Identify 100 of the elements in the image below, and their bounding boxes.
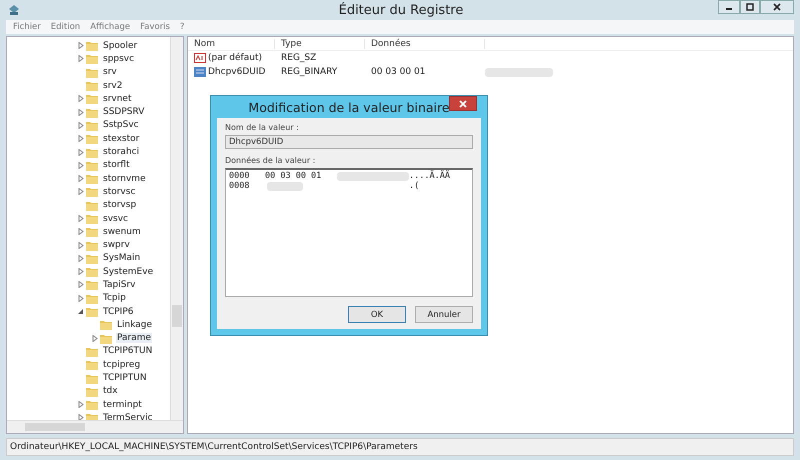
vertical-scrollbar[interactable] [170, 37, 183, 420]
expand-arrow-icon[interactable] [77, 42, 86, 50]
expand-arrow-icon[interactable] [77, 414, 86, 420]
expand-arrow-icon[interactable] [77, 148, 86, 156]
menu-item[interactable]: ? [176, 22, 188, 32]
collapse-arrow-icon[interactable] [77, 308, 86, 316]
folder-icon [86, 200, 98, 211]
tree-item[interactable]: storvsc [102, 186, 136, 197]
folder-icon [86, 120, 98, 131]
folder-icon [86, 80, 98, 92]
folder-icon [86, 399, 98, 410]
folder-icon [86, 133, 98, 144]
expand-arrow-icon[interactable] [77, 268, 86, 276]
expand-arrow-icon[interactable] [77, 55, 86, 62]
menu-item[interactable]: Affichage [87, 22, 134, 32]
expand-arrow-icon[interactable] [77, 401, 86, 408]
expand-arrow-icon[interactable] [77, 135, 86, 142]
folder-icon [86, 386, 98, 397]
tree-item[interactable]: stexstor [102, 134, 140, 144]
expand-arrow-icon[interactable] [77, 175, 86, 182]
tree-item[interactable]: srvnet [102, 94, 132, 104]
expand-arrow-icon[interactable] [77, 188, 86, 196]
tree-item[interactable]: SystemEve [102, 266, 154, 277]
column-header[interactable]: Type [275, 38, 365, 48]
tree-item[interactable]: srv [102, 67, 118, 78]
tree-item[interactable]: Linkage [116, 320, 154, 330]
value-data-cell-text: 00 03 00 01 [370, 67, 426, 77]
binary-value-icon [194, 67, 206, 77]
expand-arrow-icon[interactable] [77, 215, 86, 222]
folder-icon [86, 146, 98, 158]
hex-ascii: .( [409, 181, 420, 191]
tree-item[interactable]: storahci [102, 147, 140, 158]
expand-arrow-icon[interactable] [77, 242, 86, 249]
expand-arrow-icon[interactable] [77, 122, 86, 129]
expand-arrow-icon[interactable] [77, 254, 86, 262]
folder-icon [86, 266, 98, 278]
value-name-cell[interactable]: (par défaut) [188, 53, 275, 63]
tree-item[interactable]: swenum [102, 226, 142, 237]
tree-item[interactable]: sppsvc [102, 54, 136, 64]
tree-item[interactable]: TapiSrv [102, 280, 136, 290]
expand-arrow-icon[interactable] [77, 95, 86, 102]
tree-item[interactable]: SSDPSRV [102, 107, 146, 118]
tree-item[interactable]: Parame [116, 333, 152, 344]
expand-arrow-icon[interactable] [91, 334, 100, 342]
tree-item[interactable]: SstpSvc [102, 120, 140, 130]
close-icon [773, 3, 781, 11]
tree-item[interactable]: terminpt [102, 400, 143, 410]
menu-item[interactable]: Favoris [137, 22, 173, 32]
folder-icon [86, 53, 98, 64]
expand-arrow-icon[interactable] [77, 281, 86, 288]
tree-item[interactable]: storvsp [102, 200, 138, 210]
hex-bytes: 00 03 00 01 [265, 171, 322, 181]
folder-icon [86, 213, 98, 224]
field-label: Nom de la valeur : [225, 123, 300, 132]
folder-icon [86, 372, 98, 384]
folder-icon [86, 306, 98, 318]
tree-item[interactable]: TCPIP6 [102, 306, 134, 317]
close-icon [459, 100, 467, 108]
folder-icon [86, 160, 98, 171]
column-header[interactable]: Données [365, 38, 485, 48]
horizontal-scrollbar[interactable] [7, 420, 183, 433]
menu-item[interactable]: Edition [48, 22, 84, 32]
expand-arrow-icon[interactable] [77, 294, 86, 302]
value-name-field[interactable]: Dhcpv6DUID [225, 135, 473, 149]
tree-item[interactable]: TCPIPTUN [102, 373, 148, 384]
menu-item[interactable]: Fichier [10, 22, 44, 32]
tree-item[interactable]: storflt [102, 160, 131, 170]
expand-arrow-icon[interactable] [77, 108, 86, 116]
minimize-button[interactable] [718, 0, 740, 14]
tree-item[interactable]: swprv [102, 240, 131, 250]
column-header[interactable]: Nom [188, 38, 275, 48]
tree-item[interactable]: Spooler [102, 40, 138, 51]
tree-item[interactable]: svsvc [102, 214, 129, 224]
status-bar: Ordinateur\HKEY_LOCAL_MACHINE\SYSTEM\CurrentControlSet\Services\TCPIP6\Parameters [6, 438, 794, 456]
tree-item[interactable]: Tcpip [102, 293, 127, 304]
tree-item[interactable]: TCPIP6TUN [102, 346, 154, 356]
expand-arrow-icon[interactable] [77, 228, 86, 236]
folder-icon [86, 106, 98, 118]
tree-item[interactable]: TermServic [102, 412, 154, 420]
dialog-button[interactable]: Annuler [415, 306, 473, 323]
dialog-title: Modification de la valeur binaire [248, 100, 450, 114]
hex-offset: 0000 [229, 171, 250, 181]
close-button[interactable] [449, 96, 477, 111]
tree-item[interactable]: srv2 [102, 80, 124, 91]
folder-icon [86, 186, 98, 198]
folder-icon [86, 240, 98, 251]
tree-item[interactable]: tcpipreg [102, 360, 142, 370]
folder-icon [86, 279, 98, 290]
hex-editor-field[interactable]: 0000 00 03 00 01 ....Ä.ÄÄ 0008 .( [225, 168, 473, 297]
tree-item[interactable]: tdx [102, 386, 119, 396]
maximize-button[interactable] [740, 0, 760, 14]
expand-arrow-icon[interactable] [77, 162, 86, 169]
dialog-button[interactable]: OK [348, 306, 406, 323]
tree-item[interactable]: SysMain [102, 253, 142, 264]
close-button[interactable] [760, 0, 794, 14]
value-type-cell-text: REG_BINARY [280, 67, 338, 77]
folder-icon [86, 226, 98, 238]
tree-item[interactable]: stornvme [102, 174, 147, 184]
value-name-cell[interactable]: Dhcpv6DUID [188, 67, 275, 77]
folder-icon [86, 292, 98, 304]
